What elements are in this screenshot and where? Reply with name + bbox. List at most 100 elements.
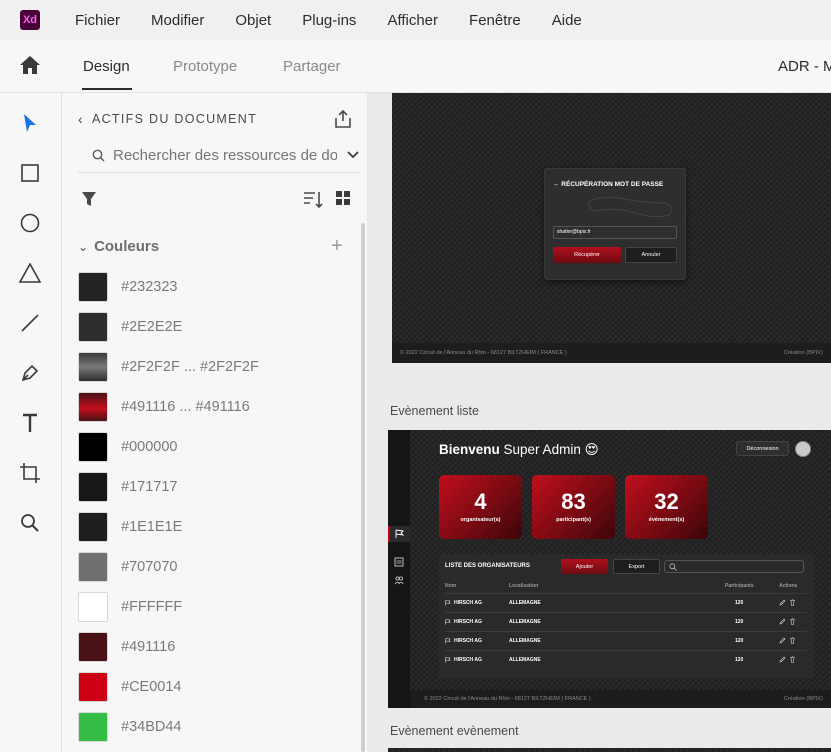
sidebar-active-item[interactable]: [388, 526, 410, 542]
edit-icon[interactable]: [779, 637, 786, 644]
color-swatch-item[interactable]: #171717: [78, 467, 348, 507]
table-search-input[interactable]: [664, 560, 804, 573]
color-swatch-item[interactable]: #CE0014: [78, 667, 348, 707]
menu-plugins[interactable]: Plug-ins: [302, 12, 356, 29]
menu-objet[interactable]: Objet: [235, 12, 271, 29]
edit-icon[interactable]: [779, 656, 786, 663]
triangle-icon: [19, 263, 41, 283]
table-row[interactable]: HIRSCH AG ALLEMAGNE 120: [445, 631, 807, 650]
color-swatch-item[interactable]: #1E1E1E: [78, 507, 348, 547]
artboard-password-recovery[interactable]: ← RÉCUPÉRATION MOT DE PASSE shatler@bpix…: [392, 93, 831, 363]
edit-icon[interactable]: [779, 599, 786, 606]
table-row[interactable]: HIRSCH AG ALLEMAGNE 120: [445, 650, 807, 669]
color-swatch-item[interactable]: [78, 747, 348, 752]
app-logo: Xd: [20, 10, 40, 30]
export-button[interactable]: Export: [613, 559, 660, 574]
stat-label: évènement(s): [648, 517, 685, 523]
color-swatch-item[interactable]: #000000: [78, 427, 348, 467]
pen-tool[interactable]: [19, 362, 41, 384]
trash-icon[interactable]: [789, 637, 796, 644]
polygon-tool[interactable]: [19, 262, 41, 284]
edit-icon[interactable]: [779, 618, 786, 625]
color-list: #232323 #2E2E2E #2F2F2F ... #2F2F2F #491116…: [78, 267, 348, 752]
zoom-tool[interactable]: [19, 512, 41, 534]
sort-icon[interactable]: [303, 189, 323, 209]
assets-header[interactable]: ‹ ACTIFS DU DOCUMENT: [78, 111, 257, 127]
grid-view-icon[interactable]: [335, 190, 351, 206]
table-row[interactable]: HIRSCH AG ALLEMAGNE 120: [445, 593, 807, 612]
footer-copyright: © 2022 Circuit de l'Anneau du Rhin - 681…: [424, 696, 591, 702]
design-canvas[interactable]: ← RÉCUPÉRATION MOT DE PASSE shatler@bpix…: [367, 93, 831, 752]
color-swatch-item[interactable]: #2F2F2F ... #2F2F2F: [78, 347, 348, 387]
menu-afficher[interactable]: Afficher: [387, 12, 438, 29]
color-swatch-item[interactable]: #491116: [78, 627, 348, 667]
cell-name: HIRSCH AG: [454, 638, 482, 644]
cancel-button[interactable]: Annuler: [625, 247, 677, 263]
artboard-event-list[interactable]: Bienvenu Super Admin 😍 Déconnexion 4 org…: [388, 430, 831, 708]
home-icon[interactable]: [19, 55, 41, 75]
stat-card-participants: 83 participant(s): [532, 475, 615, 539]
email-field[interactable]: shatler@bpix.fr: [553, 226, 677, 239]
rectangle-tool[interactable]: [19, 162, 41, 184]
users-icon[interactable]: [394, 575, 404, 585]
color-swatch: [78, 472, 108, 502]
text-tool[interactable]: [19, 412, 41, 434]
select-tool[interactable]: [19, 112, 41, 134]
tab-design[interactable]: Design: [83, 58, 130, 75]
color-label: #2F2F2F ... #2F2F2F: [121, 359, 259, 375]
stat-value: 83: [561, 489, 586, 514]
artboard-label-event-event[interactable]: Evènement evènement: [390, 724, 519, 738]
ellipse-tool[interactable]: [19, 212, 41, 234]
menu-modifier[interactable]: Modifier: [151, 12, 204, 29]
menu-aide[interactable]: Aide: [552, 12, 582, 29]
colors-section-title[interactable]: ⌄ Couleurs: [78, 238, 159, 255]
filter-icon[interactable]: [81, 191, 97, 207]
logout-button[interactable]: Déconnexion: [736, 441, 789, 456]
tab-share[interactable]: Partager: [283, 58, 341, 75]
add-organizer-button[interactable]: Ajouter: [561, 559, 608, 574]
trash-icon[interactable]: [789, 599, 796, 606]
color-swatch-item[interactable]: #FFFFFF: [78, 587, 348, 627]
trash-icon[interactable]: [789, 656, 796, 663]
color-swatch: [78, 632, 108, 662]
artboard-event-event[interactable]: [388, 748, 831, 752]
panel-scrollbar[interactable]: [361, 223, 365, 752]
color-label: #1E1E1E: [121, 519, 183, 535]
column-header-participants: Participants: [725, 583, 754, 589]
column-header-actions: Actions: [779, 583, 798, 589]
modal-title: ← RÉCUPÉRATION MOT DE PASSE: [553, 181, 664, 188]
artboard-tool[interactable]: [19, 462, 41, 484]
footer-credit: Création ⟨BPIX⟩: [783, 350, 823, 356]
trash-icon[interactable]: [789, 618, 796, 625]
flag-icon: [445, 600, 451, 606]
recover-button[interactable]: Récupérer: [553, 247, 621, 263]
list-icon[interactable]: [394, 557, 404, 567]
add-color-icon[interactable]: +: [331, 235, 343, 258]
menu-fenetre[interactable]: Fenêtre: [469, 12, 521, 29]
avatar[interactable]: [795, 441, 811, 457]
stat-label: participant(s): [556, 517, 591, 523]
color-swatch-item[interactable]: #34BD44: [78, 707, 348, 747]
active-tab-indicator: [82, 88, 132, 90]
cell-location: ALLEMAGNE: [509, 619, 541, 625]
chevron-down-icon[interactable]: [346, 148, 360, 162]
footer-copyright: © 2022 Circuit de l'Anneau du Rhin - 681…: [400, 350, 567, 356]
share-export-icon[interactable]: [333, 109, 353, 129]
line-tool[interactable]: [19, 312, 41, 334]
color-swatch-item[interactable]: #232323: [78, 267, 348, 307]
organizers-table: LISTE DES ORGANISATEURS Ajouter Export N…: [439, 554, 814, 678]
color-swatch-item[interactable]: #707070: [78, 547, 348, 587]
color-label: #232323: [121, 279, 178, 295]
cell-name: HIRSCH AG: [454, 619, 482, 625]
color-swatch-item[interactable]: #2E2E2E: [78, 307, 348, 347]
tool-bar: [0, 93, 62, 752]
asset-search-input[interactable]: [113, 147, 337, 164]
menu-fichier[interactable]: Fichier: [75, 12, 120, 29]
assets-header-label: ACTIFS DU DOCUMENT: [91, 112, 258, 126]
color-swatch-item[interactable]: #491116 ... #491116: [78, 387, 348, 427]
cell-location: ALLEMAGNE: [509, 600, 541, 606]
table-row[interactable]: HIRSCH AG ALLEMAGNE 120: [445, 612, 807, 631]
tab-prototype[interactable]: Prototype: [173, 58, 237, 75]
text-icon: [23, 413, 37, 432]
artboard-label-event-list[interactable]: Evènement liste: [390, 404, 479, 418]
